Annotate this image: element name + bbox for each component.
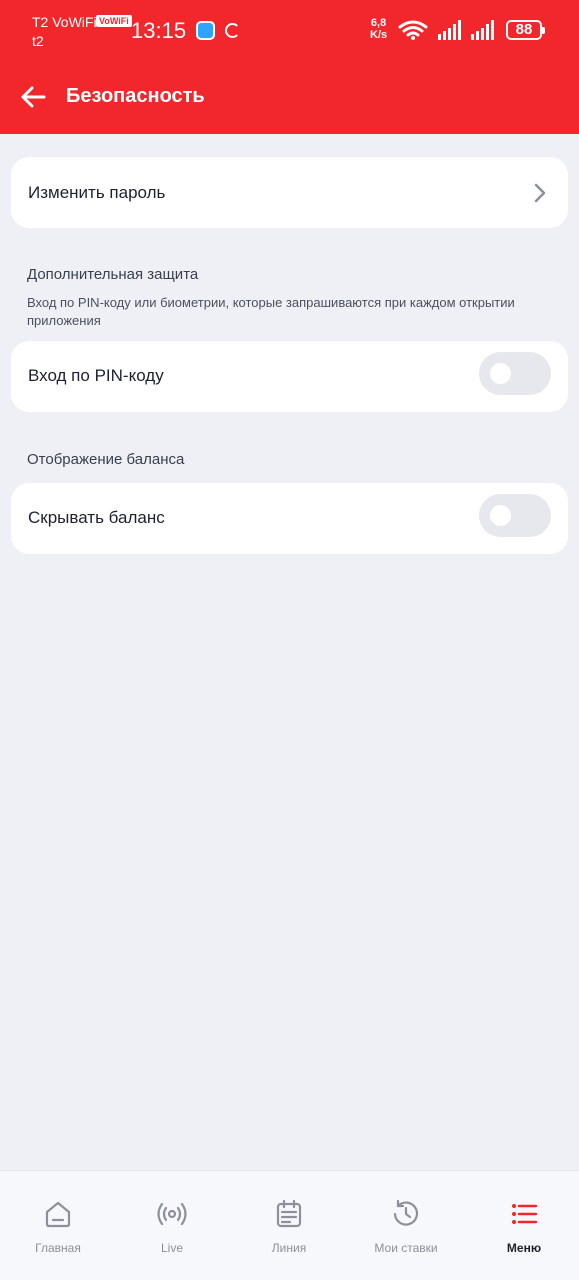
status-bar: T2 VoWiFi VoWiFi t2 13:15 6,8 K/s 88	[0, 0, 579, 58]
broadcast-icon	[157, 1202, 187, 1226]
header-area: T2 VoWiFi VoWiFi t2 13:15 6,8 K/s 88 Без…	[0, 0, 579, 134]
message-icon	[196, 21, 215, 40]
nav-label: Live	[160, 1241, 183, 1255]
battery-icon: 88	[506, 20, 545, 40]
hide-balance-toggle[interactable]	[479, 494, 551, 537]
section-title-extra-protection: Дополнительная защита	[27, 266, 199, 283]
net-speed: 6,8 K/s	[370, 17, 387, 41]
hide-balance-row: Скрывать баланс	[11, 483, 568, 554]
nav-item-home[interactable]: Главная	[0, 1171, 116, 1280]
pin-login-row: Вход по PIN-коду	[11, 341, 568, 412]
hide-balance-label: Скрывать баланс	[28, 508, 165, 527]
app-bar: Безопасность	[0, 58, 579, 134]
nav-label: Линия	[271, 1241, 307, 1255]
bottom-navigation: Главная Live Линия Мои ставки Меню	[0, 1170, 579, 1280]
vowifi-badge: VoWiFi	[96, 15, 132, 27]
nav-label: Меню	[506, 1241, 542, 1255]
net-speed-value: 6,8	[370, 17, 387, 29]
battery-level: 88	[515, 21, 533, 38]
nav-label: Главная	[35, 1241, 81, 1255]
arrow-left-icon	[21, 86, 46, 108]
section-description: Вход по PIN-коду или биометрии, которые …	[27, 295, 515, 328]
signal-icon	[438, 20, 461, 40]
nav-item-line[interactable]: Линия	[231, 1171, 347, 1280]
toggle-knob	[490, 363, 511, 384]
carrier-name: T2 VoWiFi	[32, 14, 97, 30]
pin-login-toggle[interactable]	[479, 352, 551, 395]
nav-item-menu[interactable]: Меню	[466, 1171, 579, 1280]
change-password-row[interactable]: Изменить пароль	[11, 157, 568, 228]
net-speed-unit: K/s	[370, 29, 388, 41]
menu-list-icon	[512, 1204, 538, 1224]
page-title: Безопасность	[66, 85, 205, 107]
change-password-label: Изменить пароль	[28, 183, 166, 202]
nav-item-my-bets[interactable]: Мои ставки	[348, 1171, 464, 1280]
carrier-name-secondary: t2	[32, 33, 44, 49]
toggle-knob	[490, 505, 511, 526]
back-button[interactable]	[16, 80, 50, 114]
status-time: 13:15	[131, 18, 187, 43]
wifi-icon	[398, 20, 428, 40]
nav-item-live[interactable]: Live	[114, 1171, 230, 1280]
section-title-balance: Отображение баланса	[27, 451, 185, 468]
history-icon	[393, 1199, 419, 1226]
sync-icon	[225, 23, 240, 38]
security-screen: T2 VoWiFi VoWiFi t2 13:15 6,8 K/s 88 Без…	[0, 0, 579, 1280]
home-icon	[45, 1201, 71, 1228]
signal-icon	[471, 20, 494, 40]
pin-login-label: Вход по PIN-коду	[28, 366, 164, 385]
calendar-icon	[276, 1199, 302, 1228]
nav-label: Мои ставки	[374, 1241, 438, 1255]
chevron-right-icon	[534, 183, 546, 203]
